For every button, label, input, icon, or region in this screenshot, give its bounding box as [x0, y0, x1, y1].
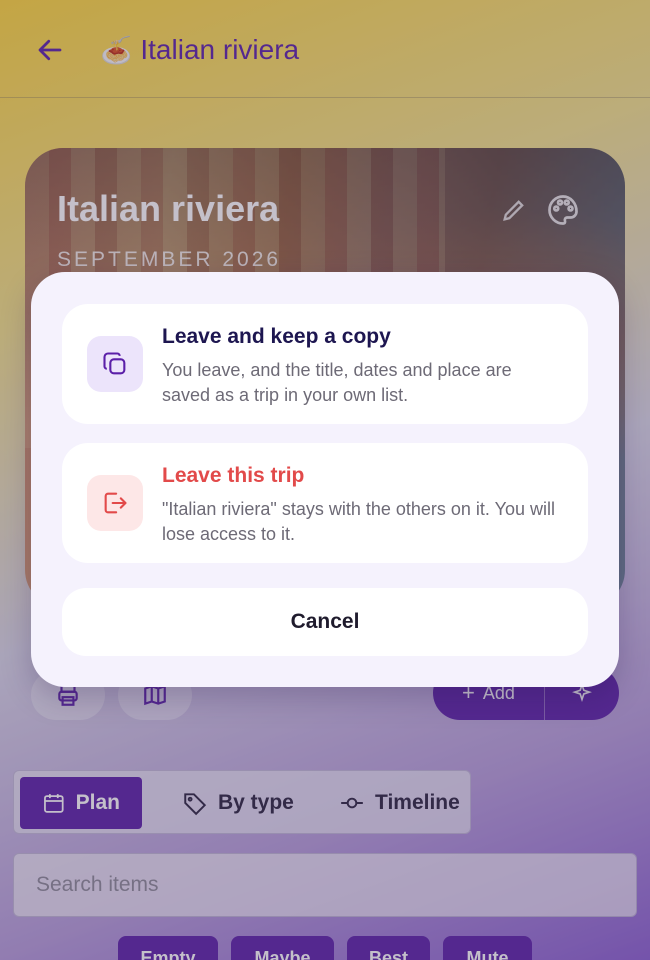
- option-title: Leave and keep a copy: [162, 325, 391, 348]
- option-description: "Italian riviera" stays with the others …: [162, 499, 555, 544]
- option-description: You leave, and the title, dates and plac…: [162, 360, 512, 405]
- leave-and-keep-copy-option[interactable]: Leave and keep a copy You leave, and the…: [62, 304, 588, 424]
- copy-icon: [87, 336, 143, 392]
- leave-trip-dialog: Leave and keep a copy You leave, and the…: [31, 272, 619, 687]
- leave-trip-option[interactable]: Leave this trip "Italian riviera" stays …: [62, 443, 588, 563]
- leave-icon: [87, 475, 143, 531]
- option-title: Leave this trip: [162, 464, 305, 487]
- cancel-button[interactable]: Cancel: [62, 588, 588, 656]
